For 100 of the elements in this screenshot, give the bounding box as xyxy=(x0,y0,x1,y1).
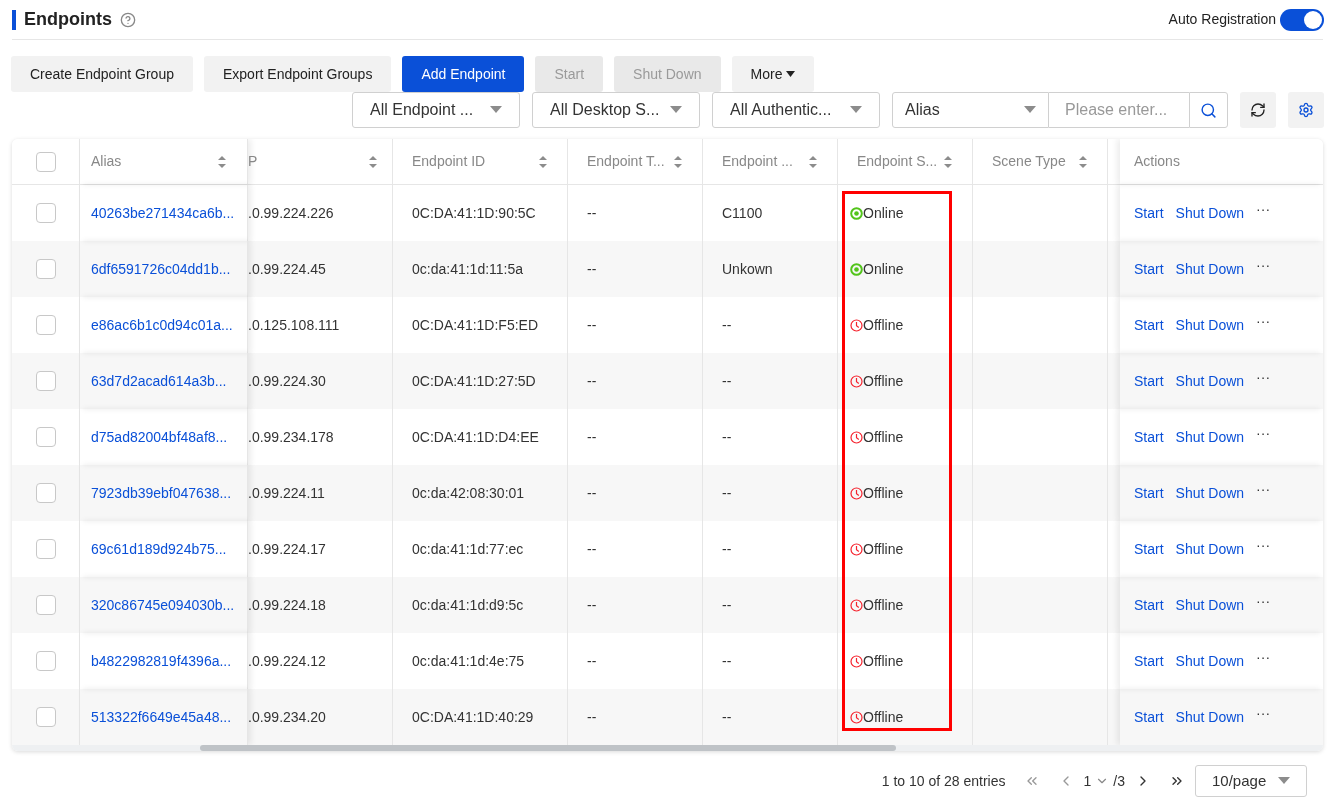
checkbox[interactable] xyxy=(35,595,56,615)
more-actions-link[interactable]: ··· xyxy=(1256,310,1271,332)
checkbox[interactable] xyxy=(35,427,56,447)
action-link[interactable]: Shut Down xyxy=(1175,202,1245,224)
scrollbar-thumb[interactable] xyxy=(200,745,896,751)
refresh-icon xyxy=(1250,102,1266,118)
more-actions-link[interactable]: ··· xyxy=(1256,198,1271,220)
sort-icon[interactable] xyxy=(808,153,818,170)
help-icon[interactable] xyxy=(120,11,136,28)
action-link[interactable]: Shut Down xyxy=(1175,650,1245,672)
more-actions-link[interactable]: ··· xyxy=(1256,646,1271,668)
column-header: Endpoint S... xyxy=(857,152,938,171)
action-link[interactable]: Shut Down xyxy=(1175,482,1245,504)
status-text: Offline xyxy=(863,483,904,503)
table-cell-text: 0C:DA:41:1D:F5:ED xyxy=(412,315,539,335)
alias-link[interactable]: 6df6591726c04dd1b... xyxy=(91,258,231,280)
more-actions-link[interactable]: ··· xyxy=(1256,702,1271,724)
more-actions-link[interactable]: ··· xyxy=(1256,534,1271,556)
table-cell-text: .0.99.224.17 xyxy=(248,539,326,559)
action-link[interactable]: Shut Down xyxy=(1175,538,1245,560)
status-text: Online xyxy=(863,203,904,223)
settings-button[interactable] xyxy=(1288,92,1324,128)
table-cell-text: -- xyxy=(722,315,732,335)
online-icon xyxy=(850,262,863,276)
checkbox[interactable] xyxy=(35,539,56,559)
more-actions-link[interactable]: ··· xyxy=(1256,422,1271,444)
sort-icon[interactable] xyxy=(217,153,227,170)
status-text: Offline xyxy=(863,427,904,447)
search-field-selector[interactable]: Alias xyxy=(892,92,1049,128)
clock-icon xyxy=(850,598,863,612)
more-actions-link[interactable]: ··· xyxy=(1256,254,1271,276)
status-text: Offline xyxy=(863,371,904,391)
action-link[interactable]: Start xyxy=(1134,426,1164,448)
action-link[interactable]: Shut Down xyxy=(1175,426,1245,448)
alias-link[interactable]: 513322f6649e45a48... xyxy=(91,706,232,728)
sort-icon[interactable] xyxy=(1078,153,1088,170)
more-actions-link[interactable]: ··· xyxy=(1256,366,1271,388)
toolbar-button[interactable]: More xyxy=(731,56,815,92)
page-number[interactable]: 1 xyxy=(1083,770,1092,792)
status-text: Offline xyxy=(863,539,904,559)
action-link[interactable]: Shut Down xyxy=(1175,314,1245,336)
toggle-label: Auto Registration xyxy=(1168,10,1276,29)
checkbox[interactable] xyxy=(35,259,56,279)
checkbox[interactable] xyxy=(35,203,56,223)
checkbox[interactable] xyxy=(35,707,56,727)
search-field[interactable]: Please enter... xyxy=(1049,92,1189,128)
caret-icon xyxy=(850,106,862,114)
more-actions-link[interactable]: ··· xyxy=(1256,590,1271,612)
clock-icon xyxy=(850,654,863,668)
toolbar-button[interactable]: Create Endpoint Group xyxy=(11,56,193,92)
sort-icon[interactable] xyxy=(538,153,548,170)
toolbar-button[interactable]: Export Endpoint Groups xyxy=(204,56,392,92)
action-link[interactable]: Start xyxy=(1134,370,1164,392)
online-icon xyxy=(850,206,863,220)
sort-icon[interactable] xyxy=(943,153,953,170)
table-cell-text: 0c:da:41:1d:4e:75 xyxy=(412,651,525,671)
action-link[interactable]: Shut Down xyxy=(1175,370,1245,392)
action-link[interactable]: Start xyxy=(1134,706,1164,728)
table-cell-text: .0.99.224.30 xyxy=(248,371,326,391)
action-link[interactable]: Start xyxy=(1134,594,1164,616)
action-link[interactable]: Start xyxy=(1134,650,1164,672)
alias-link[interactable]: 63d7d2acad614a3b... xyxy=(91,370,227,392)
alias-link[interactable]: d75ad82004bf48af8... xyxy=(91,426,228,448)
caret-icon xyxy=(786,71,796,77)
table-cell-text: -- xyxy=(722,539,732,559)
action-link[interactable]: Shut Down xyxy=(1175,706,1245,728)
alias-link[interactable]: 69c61d189d924b75... xyxy=(91,538,227,560)
page-size-select[interactable]: 10/page xyxy=(1195,765,1307,797)
table-cell-text: -- xyxy=(587,651,597,671)
action-link[interactable]: Shut Down xyxy=(1175,594,1245,616)
checkbox[interactable] xyxy=(35,651,56,671)
action-link[interactable]: Start xyxy=(1134,482,1164,504)
sort-icon[interactable] xyxy=(673,153,683,170)
table-cell-text: -- xyxy=(722,651,732,671)
alias-link[interactable]: 40263be271434ca6b... xyxy=(91,202,235,224)
sort-icon[interactable] xyxy=(368,153,378,170)
action-link[interactable]: Shut Down xyxy=(1175,258,1245,280)
alias-link[interactable]: b4822982819f4396a... xyxy=(91,650,232,672)
checkbox[interactable] xyxy=(35,151,56,172)
alias-link[interactable]: 320c86745e094030b... xyxy=(91,594,235,616)
status-text: Offline xyxy=(863,595,904,615)
filter-dropdown[interactable]: All Authentic... xyxy=(712,92,880,128)
search-button[interactable] xyxy=(1189,92,1228,128)
alias-link[interactable]: 7923db39ebf047638... xyxy=(91,482,232,504)
action-link[interactable]: Start xyxy=(1134,314,1164,336)
more-actions-link[interactable]: ··· xyxy=(1256,478,1271,500)
action-link[interactable]: Start xyxy=(1134,202,1164,224)
filter-dropdown[interactable]: All Endpoint ... xyxy=(352,92,520,128)
checkbox[interactable] xyxy=(35,315,56,335)
checkbox[interactable] xyxy=(35,483,56,503)
status-text: Online xyxy=(863,259,904,279)
filter-dropdown[interactable]: All Desktop S... xyxy=(532,92,700,128)
table-cell-text: -- xyxy=(587,315,597,335)
refresh-button[interactable] xyxy=(1240,92,1276,128)
checkbox[interactable] xyxy=(35,371,56,391)
auto-registration-toggle[interactable] xyxy=(1280,8,1324,31)
action-link[interactable]: Start xyxy=(1134,258,1164,280)
alias-link[interactable]: e86ac6b1c0d94c01a... xyxy=(91,314,233,336)
action-link[interactable]: Start xyxy=(1134,538,1164,560)
toolbar-button[interactable]: Add Endpoint xyxy=(402,56,525,92)
